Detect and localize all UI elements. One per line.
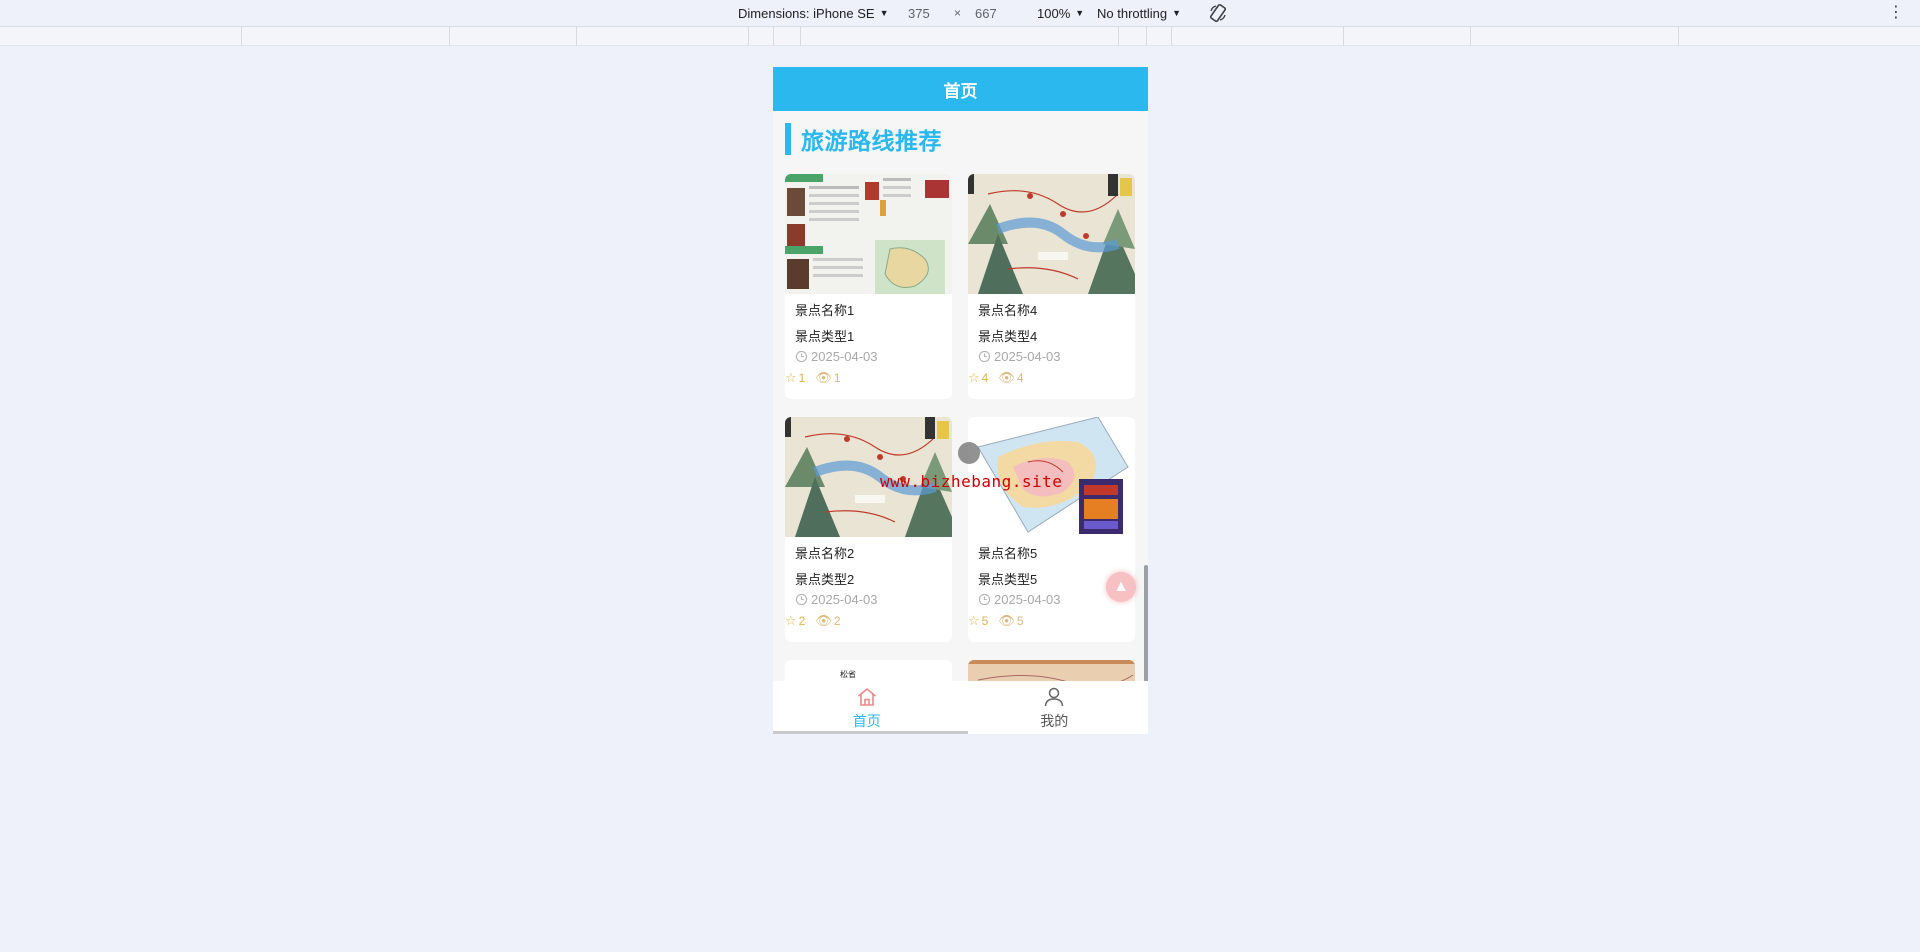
view-count: 5	[1016, 614, 1024, 628]
home-icon	[857, 687, 876, 706]
route-image-text: 松省	[840, 670, 856, 679]
route-image	[785, 174, 952, 294]
clock-icon	[978, 593, 991, 606]
watermark-text: www.bizhebang.site	[880, 472, 1063, 491]
favorite-count: 1	[798, 371, 806, 385]
bottom-tabbar: 首页 我的	[773, 681, 1148, 734]
route-card[interactable]: 景点名称4 景点类型4 2025-04-03 ☆ 4 👁 4	[968, 174, 1135, 399]
tab-mine[interactable]: 我的	[961, 681, 1149, 734]
favorite-count: 5	[981, 614, 989, 628]
route-card[interactable]: 景点名称5 景点类型5 2025-04-03 ☆ 5 👁 5	[968, 417, 1135, 642]
route-type: 景点类型2	[795, 572, 855, 587]
arrow-up-icon: ▲	[1113, 578, 1129, 595]
height-input[interactable]	[975, 4, 1025, 23]
route-stats: ☆ 4 👁 4	[968, 370, 1034, 386]
section-title-bar	[785, 123, 791, 155]
eye-icon: 👁	[998, 613, 1015, 628]
star-icon[interactable]: ☆	[968, 613, 980, 629]
device-select[interactable]: Dimensions: iPhone SE ▼	[738, 4, 889, 23]
route-card[interactable]: 景点名称1 景点类型1 2025-04-03 ☆ 1 👁 1	[785, 174, 952, 399]
route-type: 景点类型4	[978, 329, 1038, 344]
route-image	[968, 174, 1135, 294]
chevron-down-icon: ▼	[1172, 8, 1182, 18]
scrollbar-thumb[interactable]	[1144, 565, 1148, 685]
zoom-select-label: 100%	[1037, 6, 1071, 21]
route-name: 景点名称4	[978, 303, 1038, 318]
width-input[interactable]	[908, 4, 958, 23]
route-date: 2025-04-03	[795, 592, 878, 607]
tab-mine-label: 我的	[1040, 712, 1069, 729]
eye-icon: 👁	[815, 370, 832, 385]
route-stats: ☆ 5 👁 5	[968, 613, 1034, 629]
view-count: 4	[1016, 371, 1024, 385]
route-date-text: 2025-04-03	[994, 349, 1061, 364]
rotate-icon[interactable]	[1208, 3, 1228, 23]
route-name: 景点名称5	[978, 546, 1038, 561]
clock-icon	[978, 350, 991, 363]
user-icon	[1045, 687, 1064, 706]
view-count: 2	[833, 614, 841, 628]
favorite-count: 2	[798, 614, 806, 628]
eye-icon: 👁	[998, 370, 1015, 385]
favorite-count: 4	[981, 371, 989, 385]
route-type: 景点类型5	[978, 572, 1038, 587]
throttle-select-label: No throttling	[1097, 6, 1168, 21]
app-header: 首页	[773, 67, 1148, 111]
route-stats: ☆ 2 👁 2	[785, 613, 851, 629]
zoom-select[interactable]: 100% ▼	[1037, 4, 1084, 23]
eye-icon: 👁	[815, 613, 832, 628]
times-sign: ×	[954, 6, 962, 20]
drag-handle[interactable]	[958, 442, 980, 464]
route-date: 2025-04-03	[978, 349, 1061, 364]
chevron-down-icon: ▼	[1075, 8, 1085, 18]
more-options-icon[interactable]: ⋮	[1888, 3, 1904, 23]
clock-icon	[795, 350, 808, 363]
tab-home-label: 首页	[852, 712, 881, 729]
route-name: 景点名称1	[795, 303, 855, 318]
device-select-label: Dimensions: iPhone SE	[738, 6, 875, 21]
devtools-device-toolbar: Dimensions: iPhone SE ▼ × 100% ▼ No thro…	[0, 0, 1920, 27]
route-date-text: 2025-04-03	[811, 349, 878, 364]
page-title: 首页	[943, 81, 978, 101]
route-date-text: 2025-04-03	[994, 592, 1061, 607]
star-icon[interactable]: ☆	[785, 613, 797, 629]
route-stats: ☆ 1 👁 1	[785, 370, 851, 386]
tab-home[interactable]: 首页	[773, 681, 961, 734]
device-viewport: 首页 旅游路线推荐 景点名称1 景点类型1 2025-04-03 ☆ 1 👁 1…	[773, 67, 1148, 734]
route-date-text: 2025-04-03	[811, 592, 878, 607]
back-to-top-button[interactable]: ▲	[1106, 572, 1136, 602]
route-date: 2025-04-03	[978, 592, 1061, 607]
section-title-text: 旅游路线推荐	[801, 128, 942, 154]
route-card[interactable]: 景点名称2 景点类型2 2025-04-03 ☆ 2 👁 2	[785, 417, 952, 642]
route-name: 景点名称2	[795, 546, 855, 561]
route-type: 景点类型1	[795, 329, 855, 344]
star-icon[interactable]: ☆	[785, 370, 797, 386]
star-icon[interactable]: ☆	[968, 370, 980, 386]
route-date: 2025-04-03	[795, 349, 878, 364]
media-query-ruler	[0, 27, 1920, 46]
tab-active-indicator	[773, 731, 968, 734]
clock-icon	[795, 593, 808, 606]
chevron-down-icon: ▼	[879, 8, 889, 18]
throttle-select[interactable]: No throttling ▼	[1097, 4, 1181, 23]
section-title: 旅游路线推荐	[785, 123, 942, 155]
view-count: 1	[833, 371, 841, 385]
